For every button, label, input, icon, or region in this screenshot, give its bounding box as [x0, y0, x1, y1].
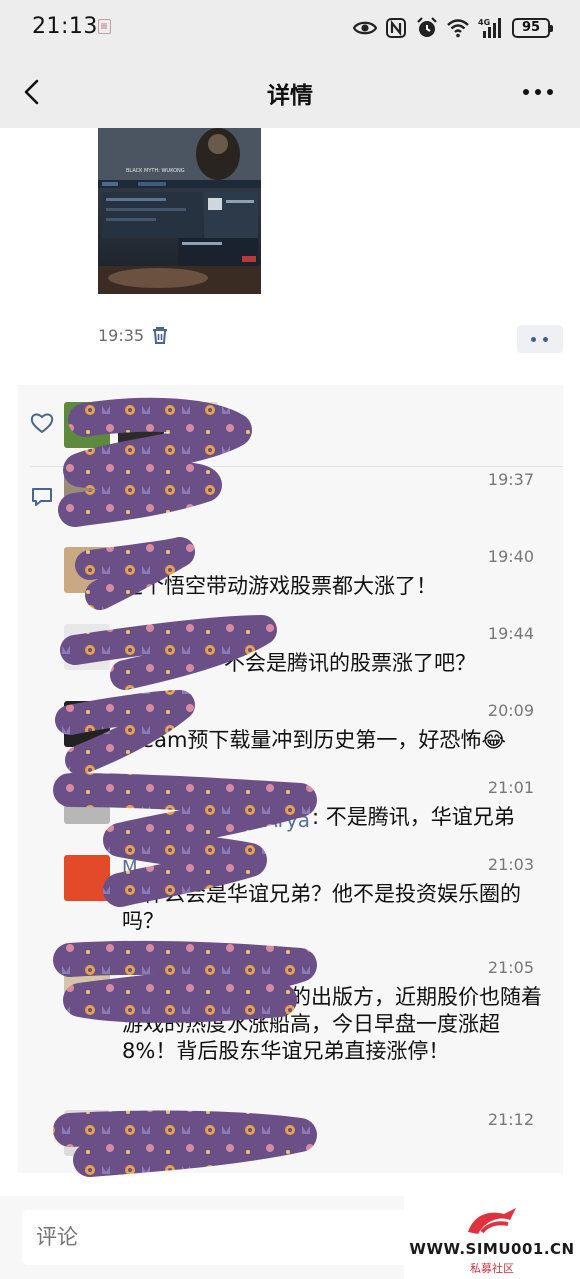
- comment-author[interactable]: Arya: [264, 808, 310, 832]
- comment-time: 21:12: [487, 1110, 534, 1129]
- watermark-subtitle: 私募社区: [470, 1262, 514, 1275]
- comment-text: 不会是腾讯的股票涨了吧？: [224, 651, 476, 675]
- divider: [30, 466, 563, 467]
- trash-icon[interactable]: [150, 325, 170, 345]
- avatar[interactable]: [64, 470, 110, 516]
- comment-time: 21:01: [487, 778, 534, 797]
- comment-time: 21:05: [487, 958, 534, 977]
- eye-icon: [353, 21, 377, 35]
- nav-bar: 详情: [0, 56, 580, 128]
- avatar[interactable]: [118, 402, 164, 448]
- svg-text:4G: 4G: [478, 18, 490, 27]
- comment-time: 21:03: [487, 855, 534, 874]
- like-avatars: [64, 402, 218, 448]
- avatar[interactable]: [64, 855, 110, 901]
- avatar[interactable]: [64, 958, 110, 1004]
- comment-text: steam预下载量冲到历史第一，好恐怖😂: [122, 728, 506, 752]
- comment-item[interactable]: 19:40 这个悟空带动游戏股票都大涨了！: [64, 547, 544, 607]
- avatar[interactable]: [172, 402, 218, 448]
- status-bar: 21:13 4G 95: [0, 0, 580, 56]
- comment-item[interactable]: Arya 21:01 : 不是腾讯，华谊兄弟: [64, 778, 544, 838]
- comment-item[interactable]: 21:12: [64, 1110, 544, 1170]
- avatar[interactable]: [64, 547, 110, 593]
- game-screenshot-graphic: BLACK MYTH: WUKONG: [98, 128, 261, 294]
- svg-text:BLACK MYTH: WUKONG: BLACK MYTH: WUKONG: [126, 168, 185, 174]
- status-icons: 4G 95: [353, 15, 553, 41]
- comment-author[interactable]: M: [122, 626, 138, 647]
- notification-icon: [98, 19, 111, 34]
- comment-icon: [32, 488, 52, 506]
- watermark: WWW.SIMU001.CN 私募社区: [404, 1196, 580, 1279]
- comment-author[interactable]: M: [122, 857, 138, 878]
- dot-icon: [543, 337, 548, 342]
- more-horizontal-icon[interactable]: [520, 78, 556, 106]
- battery-icon: 95: [512, 18, 553, 38]
- comment-time: 19:37: [487, 470, 534, 489]
- dot-icon: [531, 337, 536, 342]
- watermark-logo-icon: [468, 1208, 516, 1234]
- comment-item[interactable]: 21:05 浙版传媒作为游戏的出版方，近期股价也随着游戏的热度水涨船高，今日早盘…: [64, 958, 544, 1088]
- comment-text: 浙版传媒作为游戏的出版方，近期股价也随着游戏的热度水涨船高，今日早盘一度涨超8%…: [122, 985, 542, 1063]
- watermark-url: WWW.SIMU001.CN: [409, 1240, 575, 1258]
- signal-icon: 4G: [478, 18, 501, 38]
- comment-text: 为什么会是华谊兄弟？他不是投资娱乐圈的吗？: [122, 882, 521, 933]
- more-actions-button[interactable]: [517, 325, 563, 353]
- alarm-icon: [417, 17, 437, 37]
- comment-item[interactable]: 20:09 steam预下载量冲到历史第一，好恐怖😂: [64, 701, 544, 761]
- comment-item[interactable]: M 19:44 不会是腾讯的股票涨了吧？: [64, 624, 544, 684]
- comment-text: : 不是腾讯，华谊兄弟: [312, 805, 515, 829]
- post-time: 19:35: [98, 326, 145, 345]
- avatar[interactable]: [64, 402, 110, 448]
- comment-time: 19:40: [487, 547, 534, 566]
- wifi-icon: [447, 19, 469, 38]
- nfc-icon: [386, 18, 406, 38]
- comment-text: 这个悟空带动游戏股票都大涨了！: [122, 574, 437, 598]
- post-image[interactable]: BLACK MYTH: WUKONG: [98, 128, 261, 294]
- status-time: 21:13: [32, 14, 98, 39]
- page-title: 详情: [267, 83, 313, 109]
- comment-time: 20:09: [487, 701, 534, 720]
- avatar[interactable]: [64, 701, 110, 747]
- avatar[interactable]: [64, 624, 110, 670]
- comment-item[interactable]: 19:37: [64, 470, 544, 530]
- heart-icon: [30, 413, 54, 434]
- avatar[interactable]: [64, 778, 110, 824]
- comment-time: 19:44: [487, 624, 534, 643]
- avatar[interactable]: [64, 1110, 110, 1156]
- comment-item[interactable]: M 21:03 为什么会是华谊兄弟？他不是投资娱乐圈的吗？: [64, 855, 544, 935]
